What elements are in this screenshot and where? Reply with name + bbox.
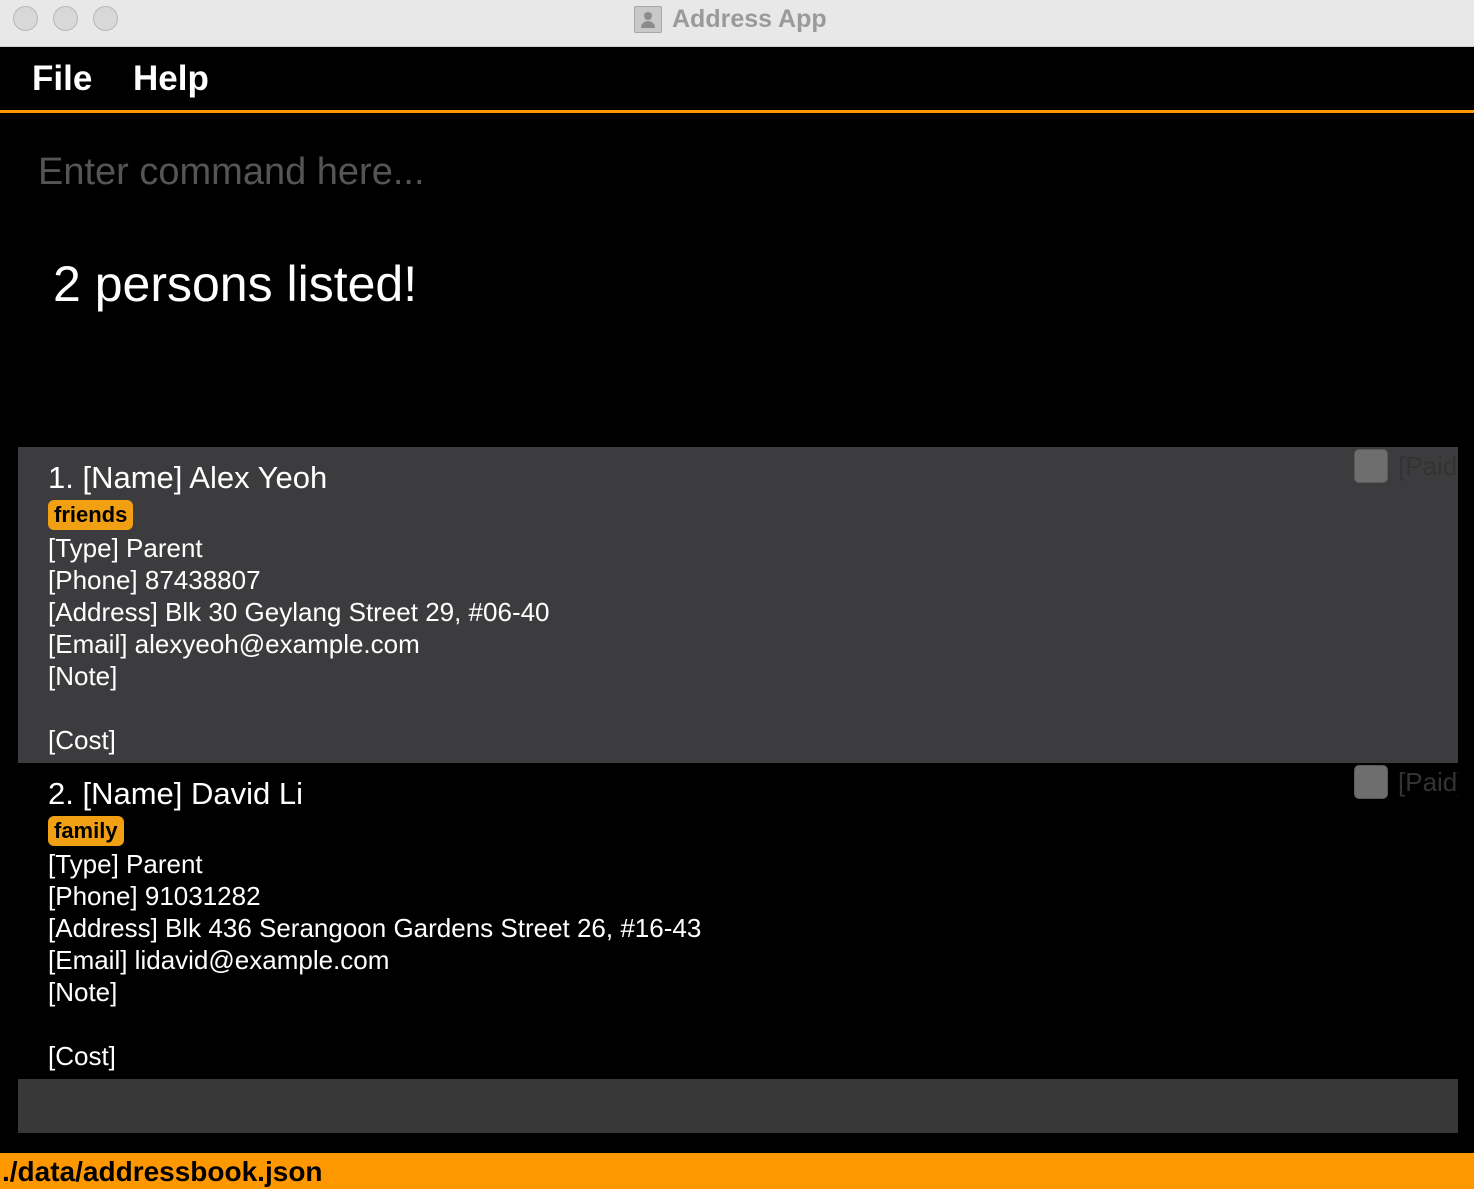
paid-checkbox[interactable] <box>1354 765 1388 799</box>
person-card[interactable]: 1. [Name] Alex Yeoh friends [Type] Paren… <box>18 447 1458 763</box>
person-phone: [Phone] 87438807 <box>48 565 261 595</box>
paid-toggle[interactable]: [Paid] <box>1354 765 1458 799</box>
person-note: [Note] <box>48 661 118 691</box>
paid-label: [Paid] <box>1398 766 1458 797</box>
person-card[interactable]: 2. [Name] David Li family [Type] Parent … <box>18 763 1458 1079</box>
tag-badge: friends <box>48 500 134 530</box>
window-title-group: Address App <box>634 4 827 34</box>
address-book-icon <box>634 5 662 33</box>
save-file-path: ./data/addressbook.json <box>2 1156 323 1187</box>
paid-checkbox[interactable] <box>1354 449 1388 483</box>
status-bar: ./data/addressbook.json <box>0 1153 1474 1189</box>
person-address: [Address] Blk 30 Geylang Street 29, #06-… <box>48 597 550 627</box>
person-name: 1. [Name] Alex Yeoh <box>48 460 328 495</box>
person-note: [Note] <box>48 977 118 1007</box>
close-window-button[interactable] <box>13 6 38 31</box>
person-note-value <box>48 1008 1458 1040</box>
minimize-window-button[interactable] <box>53 6 78 31</box>
result-display: 2 persons listed! <box>53 256 418 312</box>
paid-toggle[interactable]: [Paid] <box>1354 449 1458 483</box>
person-list[interactable]: 1. [Name] Alex Yeoh friends [Type] Paren… <box>18 447 1458 1133</box>
person-cost: [Cost] <box>48 1041 116 1071</box>
menu-help[interactable]: Help <box>133 59 209 99</box>
window-title: Address App <box>672 4 827 33</box>
person-type: [Type] Parent <box>48 849 203 879</box>
person-email: [Email] alexyeoh@example.com <box>48 629 420 659</box>
tag-badge: family <box>48 816 124 846</box>
menu-bar: File Help <box>0 47 1474 113</box>
paid-label: [Paid] <box>1398 450 1458 481</box>
menu-file[interactable]: File <box>32 59 92 99</box>
person-note-value <box>48 692 1458 724</box>
list-empty-area <box>18 1079 1458 1133</box>
person-cost: [Cost] <box>48 725 116 755</box>
person-address: [Address] Blk 436 Serangoon Gardens Stre… <box>48 913 702 943</box>
person-phone: [Phone] 91031282 <box>48 881 261 911</box>
zoom-window-button[interactable] <box>93 6 118 31</box>
person-name: 2. [Name] David Li <box>48 776 303 811</box>
title-bar: Address App <box>0 0 1474 47</box>
command-input[interactable] <box>18 128 1456 216</box>
person-type: [Type] Parent <box>48 533 203 563</box>
person-email: [Email] lidavid@example.com <box>48 945 390 975</box>
